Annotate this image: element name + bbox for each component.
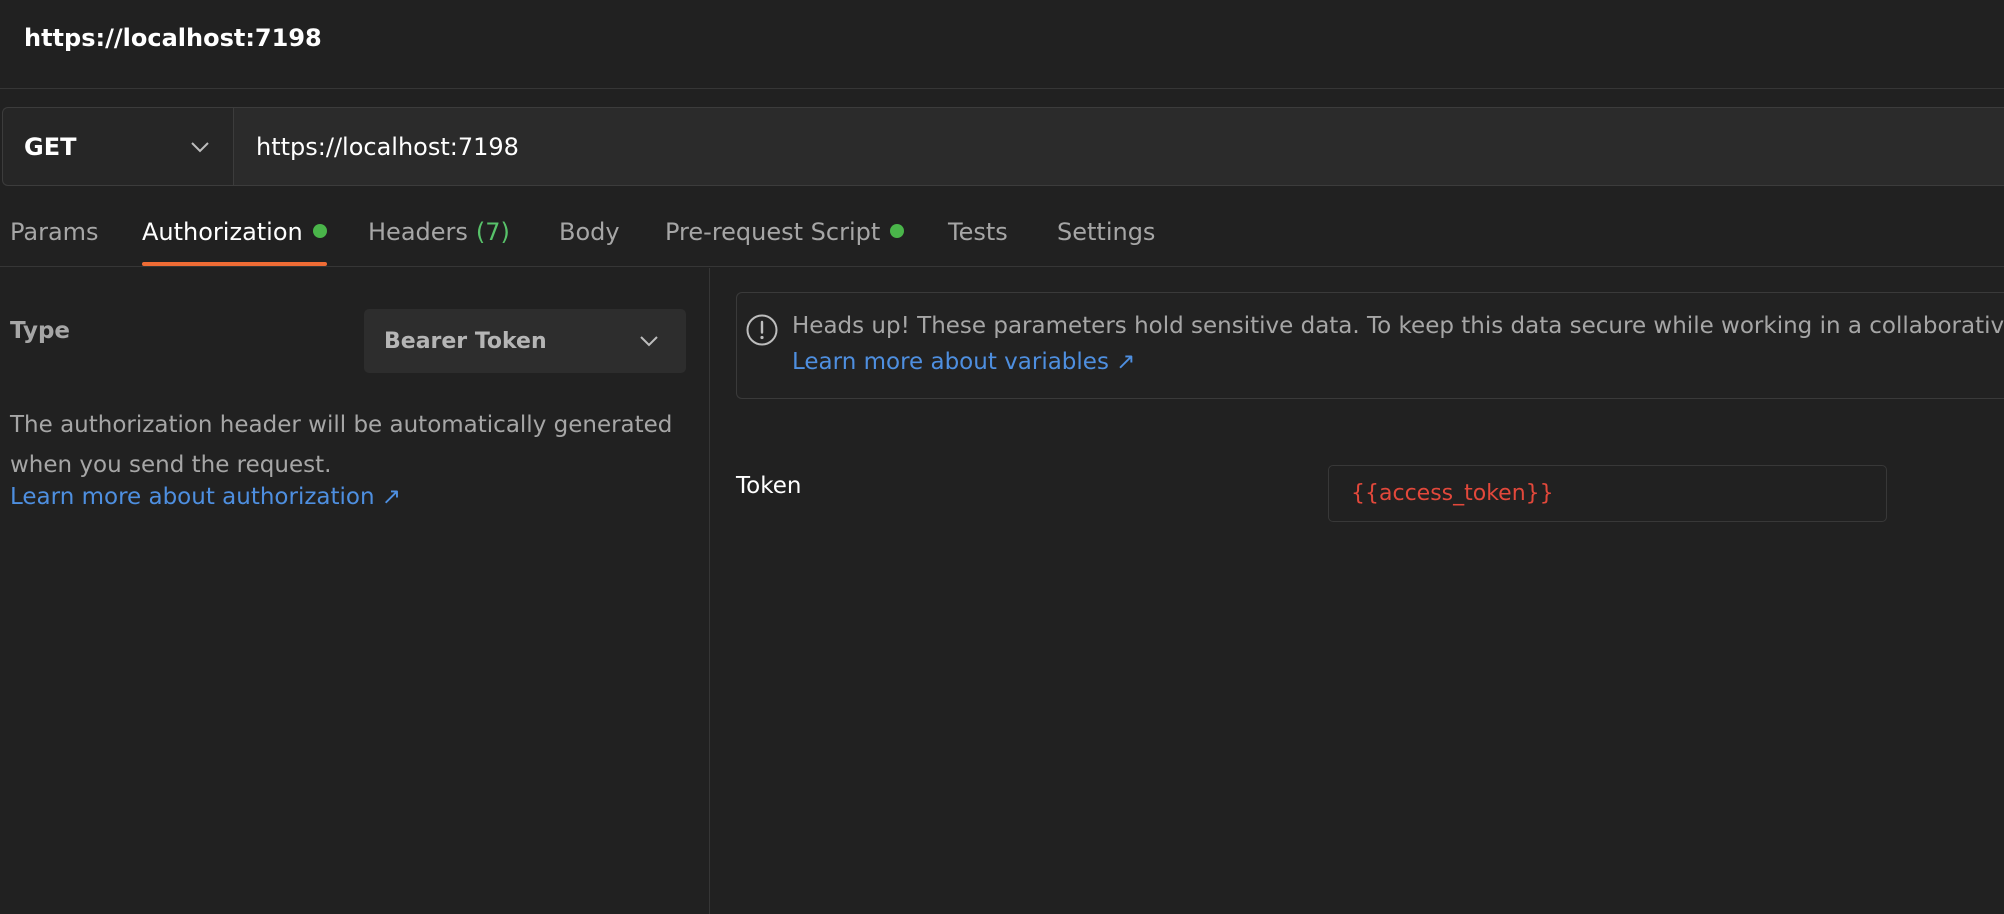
- tab-label: Body: [559, 218, 620, 246]
- auth-description: The authorization header will be automat…: [10, 412, 673, 478]
- exclamation-circle-icon: [746, 314, 778, 346]
- sensitive-data-notice: Heads up! These parameters hold sensitiv…: [736, 292, 2004, 399]
- tab-headers[interactable]: Headers (7): [368, 218, 510, 266]
- auth-type-label: Type: [10, 318, 71, 344]
- notice-message: Heads up! These parameters hold sensitiv…: [792, 313, 2004, 339]
- token-label: Token: [736, 473, 802, 499]
- auth-type-value: Bearer Token: [384, 328, 547, 354]
- tab-tests[interactable]: Tests: [948, 218, 1008, 266]
- tab-pre-request-script[interactable]: Pre-request Script: [665, 218, 905, 266]
- request-bar: GET https://localhost:7198: [2, 107, 2004, 186]
- tab-settings[interactable]: Settings: [1057, 218, 1155, 266]
- token-input[interactable]: {{access_token}}: [1328, 465, 1887, 522]
- auth-type-panel: Type Bearer Token The authorization head…: [0, 268, 710, 914]
- request-tabs: Params Authorization Headers (7) Body Pre…: [0, 200, 2004, 267]
- tab-authorization[interactable]: Authorization: [142, 218, 327, 266]
- chevron-down-icon: [640, 336, 658, 347]
- chevron-down-icon: [191, 142, 209, 153]
- url-input[interactable]: https://localhost:7198: [234, 108, 2004, 185]
- tab-params[interactable]: Params: [10, 218, 99, 266]
- headers-count: (7): [475, 218, 510, 246]
- method-dropdown[interactable]: GET: [3, 108, 234, 185]
- request-title[interactable]: https://localhost:7198: [24, 24, 322, 52]
- status-dot-icon: [890, 224, 905, 238]
- method-label: GET: [24, 132, 77, 161]
- tab-label: Pre-request Script: [665, 218, 881, 246]
- status-dot-icon: [312, 224, 327, 238]
- tab-label: Settings: [1057, 218, 1156, 246]
- auth-type-dropdown[interactable]: Bearer Token: [364, 309, 686, 373]
- tab-body[interactable]: Body: [559, 218, 620, 266]
- tab-label: Headers: [368, 218, 468, 246]
- learn-more-authorization-link[interactable]: Learn more about authorization ↗: [10, 484, 401, 510]
- learn-more-variables-link[interactable]: Learn more about variables ↗: [792, 349, 1136, 375]
- tab-label: Tests: [948, 218, 1008, 246]
- tab-label: Params: [10, 218, 99, 246]
- tab-label: Authorization: [142, 218, 303, 246]
- title-bar: https://localhost:7198: [0, 0, 2004, 89]
